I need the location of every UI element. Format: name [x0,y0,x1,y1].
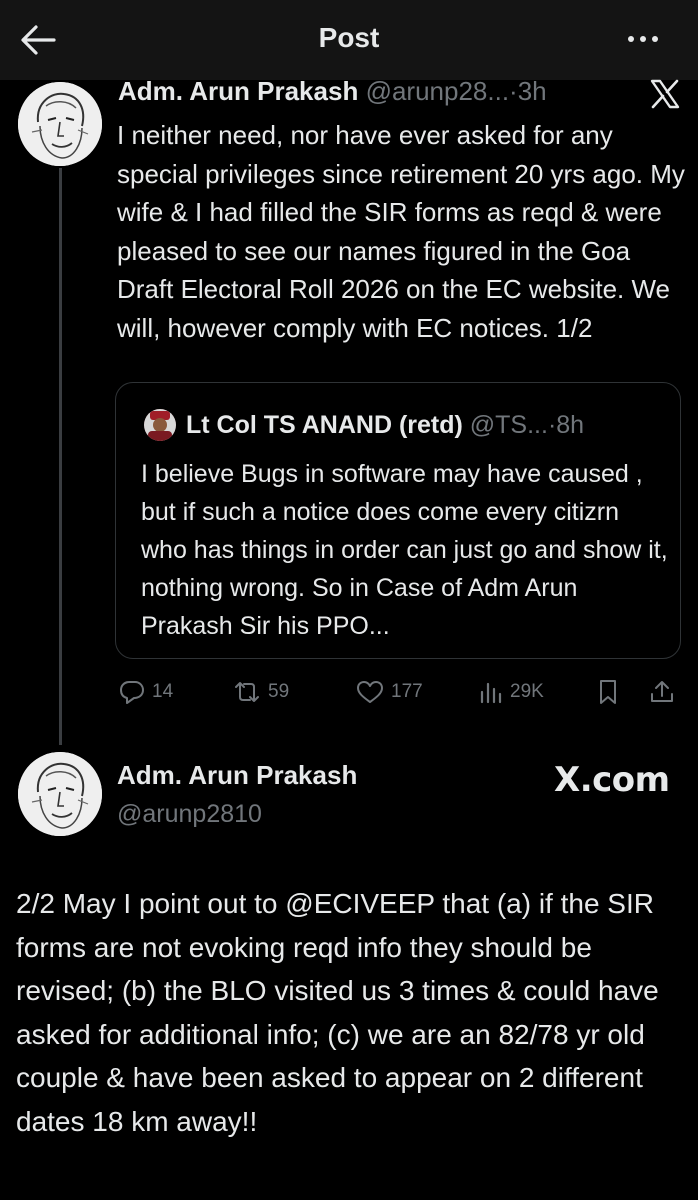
x-logo-icon [647,76,683,112]
quote-author-name: Lt Col TS ANAND (retd) [186,411,463,439]
views-count: 29K [510,681,544,702]
bookmark-button[interactable] [595,670,621,714]
quote-avatar [144,409,176,441]
x-com-brand: X.com [554,760,670,800]
author-name[interactable]: Adm. Arun Prakash [117,760,357,791]
reply-button[interactable]: 14 [118,670,173,714]
repost-count: 59 [268,681,290,702]
share-button[interactable] [648,670,676,714]
repost-icon [235,682,259,702]
top-bar: Post [0,0,698,80]
author-handle[interactable]: @arunp2810 [117,800,262,829]
heart-icon [357,681,383,703]
timestamp[interactable]: 3h [518,76,547,106]
separator: · [509,76,518,106]
views-chart-icon [480,682,502,704]
like-button[interactable]: 177 [355,670,423,714]
tweet-text: I neither need, nor have ever asked for … [117,120,685,343]
bookmark-icon [600,680,616,704]
author-name[interactable]: Adm. Arun Prakash [118,76,358,106]
thread-line [59,168,62,745]
quote-header: Lt Col TS ANAND (retd) @TS...·8h [186,411,584,440]
quote-text: I believe Bugs in software may have caus… [141,460,668,640]
more-button[interactable] [618,24,668,54]
like-count: 177 [391,681,423,702]
action-bar: 14 59 177 29K [0,670,698,714]
share-icon [651,681,673,702]
page-title: Post [318,22,380,53]
quoted-tweet-card[interactable]: Lt Col TS ANAND (retd) @TS...·8h I belie… [115,382,681,659]
tweet1-header: Adm. Arun Prakash @arunp28...·3h [118,76,547,107]
reply-icon [120,681,144,704]
reply-count: 14 [152,681,174,702]
views-button[interactable]: 29K [478,670,544,714]
author-handle[interactable]: @arunp28... [366,76,509,106]
more-horizontal-icon [628,36,658,42]
tweet-text: 2/2 May I point out to @ECIVEEP that (a)… [16,888,659,1137]
quote-timestamp: 8h [556,411,585,439]
repost-button[interactable]: 59 [232,670,289,714]
avatar[interactable] [18,82,102,166]
avatar[interactable] [18,752,102,836]
quote-author-handle: @TS... [469,411,548,439]
